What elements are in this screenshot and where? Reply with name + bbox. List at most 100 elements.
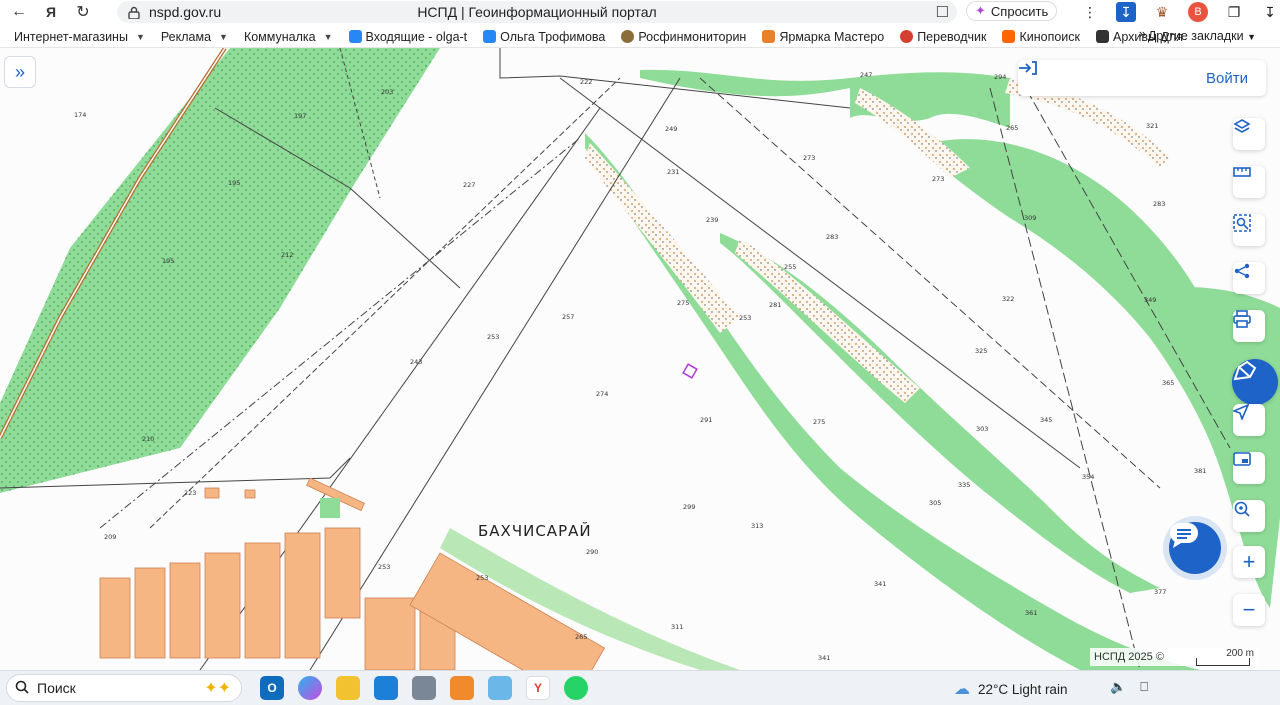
login-button[interactable]: Войти: [1018, 60, 1266, 96]
elevation-label: 231: [667, 168, 680, 176]
elevation-label: 275: [813, 418, 826, 426]
back-arrow-icon[interactable]: ←: [6, 1, 32, 23]
drawing-tool-button[interactable]: [1232, 359, 1278, 405]
elevation-label: 341: [818, 654, 831, 662]
elevation-label: 349: [1144, 296, 1157, 304]
zoom-in-button[interactable]: +: [1233, 546, 1265, 578]
search-icon: [15, 680, 29, 697]
elevation-label: 249: [665, 125, 678, 133]
bookmark-item[interactable]: Росфинмониторин: [621, 30, 746, 44]
media-player-icon[interactable]: [450, 676, 474, 700]
zoom-out-button[interactable]: −: [1233, 594, 1265, 626]
bookmark-icon[interactable]: ☐: [936, 3, 949, 21]
kinopoisk-icon: [1002, 30, 1016, 43]
url-text: nspd.gov.ru: [149, 4, 222, 20]
minus-icon: −: [1242, 597, 1256, 622]
reload-icon[interactable]: ↻: [70, 1, 96, 23]
elevation-label: 305: [929, 499, 942, 507]
map-scale: НСПД 2025 © 200 m: [1090, 648, 1258, 666]
alice-icon: ✦: [975, 3, 986, 18]
whatsapp-icon[interactable]: [564, 676, 588, 700]
expand-panel-button[interactable]: »: [4, 56, 36, 88]
paint-icon[interactable]: [488, 676, 512, 700]
elevation-label: 313: [751, 522, 764, 530]
bookmarks-more-button[interactable]: »: [1139, 26, 1146, 41]
elevation-label: 311: [671, 623, 684, 631]
elevation-label: 197: [294, 112, 307, 120]
elevation-label: 291: [700, 416, 713, 424]
map-canvas[interactable]: 203 197 174 195 212 195 210 222 227 249 …: [0, 48, 1280, 670]
elevation-label: 365: [1162, 379, 1175, 387]
vk-icon: [348, 30, 362, 43]
elevation-label: 341: [874, 580, 887, 588]
elevation-label: 299: [683, 503, 696, 511]
elevation-label: 209: [104, 533, 117, 541]
menu-dots-icon[interactable]: ⋮: [1080, 2, 1100, 22]
layers-button[interactable]: [1233, 118, 1265, 150]
navigate-button[interactable]: [1233, 404, 1265, 436]
download-icon[interactable]: ↧: [1116, 2, 1136, 22]
ask-alice-button[interactable]: ✦ Спросить: [966, 1, 1058, 21]
bookmark-item[interactable]: Ольга Трофимова: [483, 30, 605, 44]
other-bookmarks-button[interactable]: Другие закладки ▼: [1148, 29, 1256, 43]
elevation-label: 239: [706, 216, 719, 224]
outlook-icon[interactable]: O: [260, 676, 284, 700]
bookmark-item[interactable]: Коммуналка ▼: [244, 30, 333, 44]
lock-icon: [127, 5, 141, 19]
scanner-icon[interactable]: [412, 676, 436, 700]
elevation-label: 253: [487, 333, 500, 341]
elevation-label: 377: [1154, 588, 1167, 596]
file-explorer-icon[interactable]: [336, 676, 360, 700]
elevation-label: 354: [1082, 473, 1095, 481]
collections-icon[interactable]: ❐: [1224, 2, 1244, 22]
archive-icon: [1096, 30, 1110, 43]
scale-label: 200 m: [1226, 647, 1254, 659]
elevation-label: 290: [586, 548, 599, 556]
speaker-icon[interactable]: 🔈: [1110, 679, 1126, 695]
topographic-map: [0, 48, 1280, 670]
bookmark-item[interactable]: Кинопоиск: [1002, 30, 1080, 44]
measure-button[interactable]: [1233, 166, 1265, 198]
ask-label: Спросить: [990, 3, 1049, 19]
elevation-label: 275: [677, 299, 690, 307]
elevation-label: 253: [476, 574, 489, 582]
share-button[interactable]: [1233, 262, 1265, 294]
cloud-rain-icon: ☁: [954, 681, 970, 698]
extension-icon[interactable]: ♛: [1152, 2, 1172, 22]
elevation-label: 309: [1024, 214, 1037, 222]
bookmark-item[interactable]: Интернет-магазины ▼: [14, 30, 145, 44]
geolocation-button[interactable]: [1233, 500, 1265, 532]
bookmark-item[interactable]: Входящие - olga-t: [348, 30, 467, 44]
elevation-label: 303: [976, 425, 989, 433]
elevation-label: 294: [994, 73, 1007, 81]
elevation-label: 247: [860, 71, 873, 79]
attribution-text: НСПД 2025 ©: [1094, 651, 1164, 663]
downloads-arrow-icon[interactable]: ↧: [1260, 2, 1280, 22]
copilot-icon[interactable]: [298, 676, 322, 700]
emblem-icon: [621, 30, 635, 43]
translate-icon: [900, 30, 914, 43]
yandex-browser-icon[interactable]: Y: [526, 676, 550, 700]
elevation-label: 257: [562, 313, 575, 321]
bookmark-item[interactable]: Ярмарка Мастеро: [762, 30, 884, 44]
print-button[interactable]: [1233, 310, 1265, 342]
elevation-label: 203: [381, 88, 394, 96]
photos-icon[interactable]: [374, 676, 398, 700]
area-search-button[interactable]: [1233, 214, 1265, 246]
address-bar[interactable]: nspd.gov.ru НСПД | Геоинформационный пор…: [117, 1, 957, 23]
yandex-logo-icon[interactable]: Я: [38, 1, 64, 23]
bookmark-item[interactable]: Реклама ▼: [161, 30, 228, 44]
elevation-label: 274: [596, 390, 609, 398]
network-icon[interactable]: ⎕: [1140, 679, 1148, 695]
elevation-label: 361: [1025, 609, 1038, 617]
weather-widget[interactable]: ☁ 22°C Light rain: [954, 679, 1067, 699]
profile-icon[interactable]: B: [1188, 2, 1208, 22]
system-tray: 🔈 ⎕: [1110, 679, 1148, 695]
taskbar-search[interactable]: Поиск ✦✦: [6, 674, 242, 702]
weather-text: 22°C Light rain: [978, 681, 1068, 697]
minimap-button[interactable]: [1233, 452, 1265, 484]
chat-button[interactable]: [1169, 522, 1221, 574]
elevation-label: 222: [580, 78, 593, 86]
bookmark-item[interactable]: Переводчик: [900, 30, 986, 44]
windows-taskbar: Поиск ✦✦ O Y ☁ 22°C Light rain 🔈 ⎕: [0, 670, 1280, 705]
